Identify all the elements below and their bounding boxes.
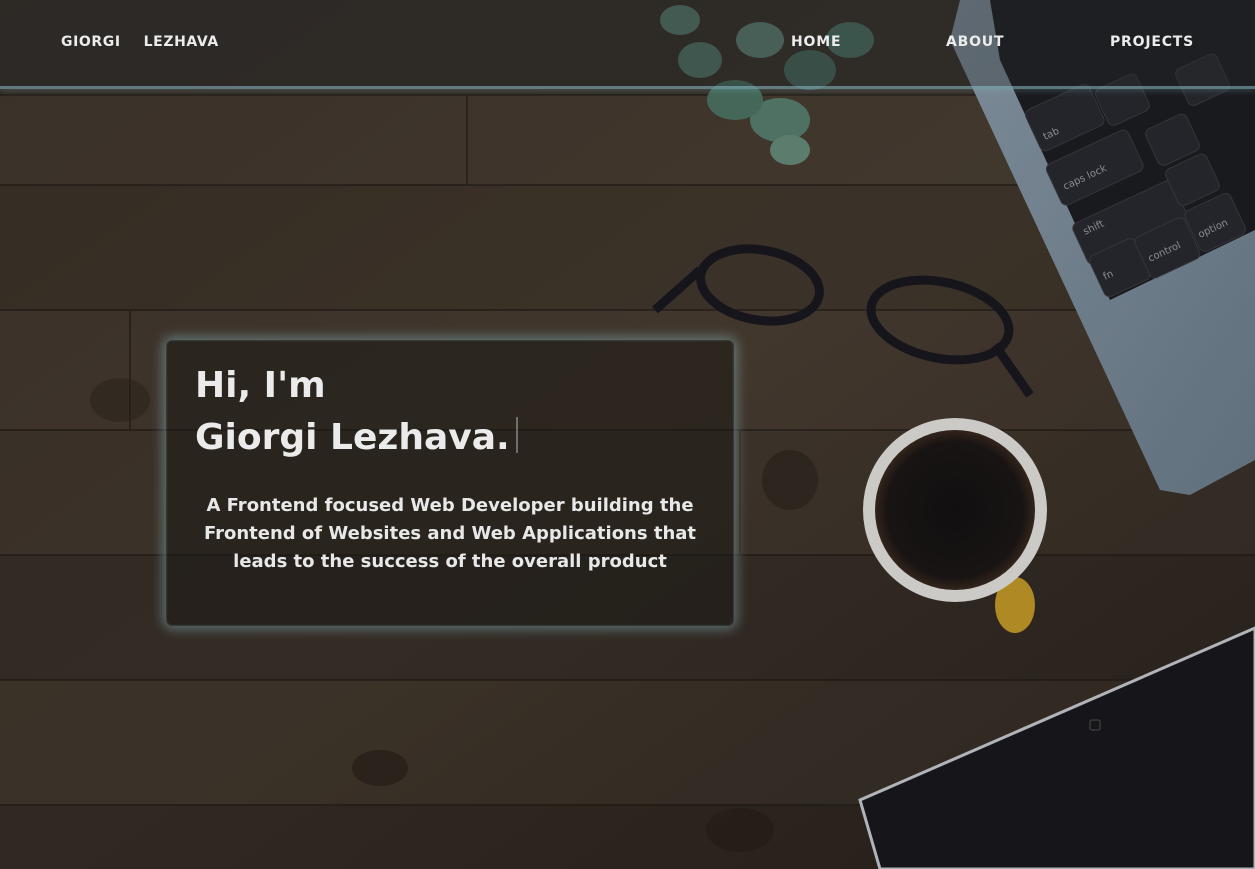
page: tab caps lock shift fn control option GI… <box>0 0 1255 869</box>
hero-title: Hi, I'm Giorgi Lezhava. <box>195 360 518 464</box>
nav-about-link[interactable]: ABOUT <box>946 34 1004 50</box>
brand-logo-link[interactable]: GIORGI LEZHAVA <box>61 34 219 50</box>
site-header: GIORGI LEZHAVA HOME ABOUT PROJECTS <box>0 0 1255 89</box>
typing-cursor <box>515 417 518 453</box>
hero-tagline: A Frontend focused Web Developer buildin… <box>203 495 697 572</box>
hero-card: Hi, I'm Giorgi Lezhava. A Frontend focus… <box>166 340 734 626</box>
nav-home-link[interactable]: HOME <box>791 34 841 50</box>
nav-projects-link[interactable]: PROJECTS <box>1110 34 1194 50</box>
hero-name-line: Giorgi Lezhava. <box>195 412 518 464</box>
hero-name: Giorgi Lezhava. <box>195 417 510 458</box>
hero-greeting: Hi, I'm <box>195 365 326 406</box>
